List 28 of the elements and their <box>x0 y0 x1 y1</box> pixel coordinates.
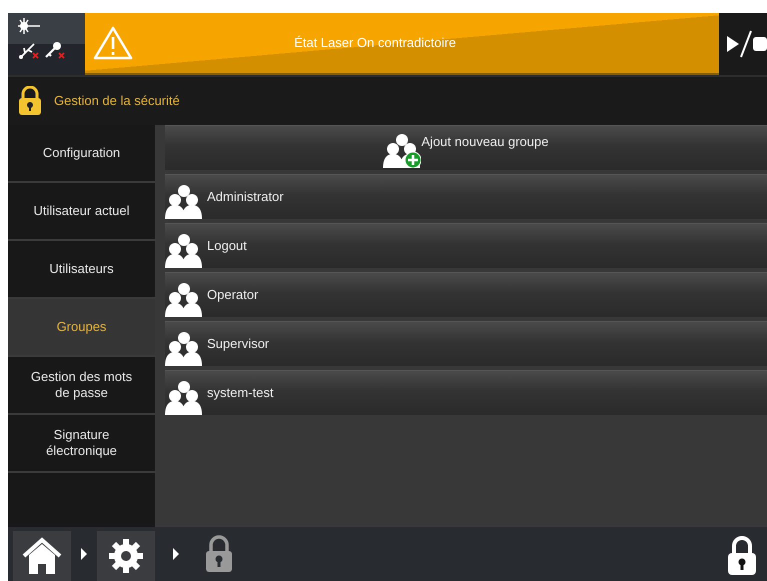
add-group-button[interactable]: Ajout nouveau groupe <box>165 125 767 170</box>
group-item[interactable]: system-test <box>165 370 767 415</box>
sidebar-item[interactable]: Groupes <box>8 299 155 357</box>
group-icon <box>165 330 203 366</box>
settings-button[interactable] <box>97 531 155 581</box>
chevron-icon <box>81 548 87 560</box>
group-item[interactable]: Supervisor <box>165 321 767 366</box>
usb-icon <box>18 41 40 59</box>
key-icon <box>44 41 66 59</box>
group-item[interactable]: Administrator <box>165 174 767 219</box>
group-icon <box>165 183 203 219</box>
add-group-icon <box>383 132 422 168</box>
padlock-icon <box>205 535 233 573</box>
padlock-icon <box>18 86 42 116</box>
group-item[interactable]: Operator <box>165 272 767 317</box>
group-icon <box>165 281 203 317</box>
chevron-icon <box>173 548 179 560</box>
home-button[interactable] <box>13 531 71 581</box>
group-icon <box>165 379 203 415</box>
padlock-icon <box>727 536 757 576</box>
alert-text: État Laser On contradictoire <box>293 34 457 52</box>
settings-icon <box>107 537 145 575</box>
home-icon <box>22 537 62 575</box>
group-item[interactable]: Logout <box>165 223 767 268</box>
group-icon <box>165 232 203 268</box>
warning-icon <box>93 26 133 60</box>
page-title: Gestion de la sécurité <box>54 92 180 110</box>
laser-icon <box>18 17 40 35</box>
